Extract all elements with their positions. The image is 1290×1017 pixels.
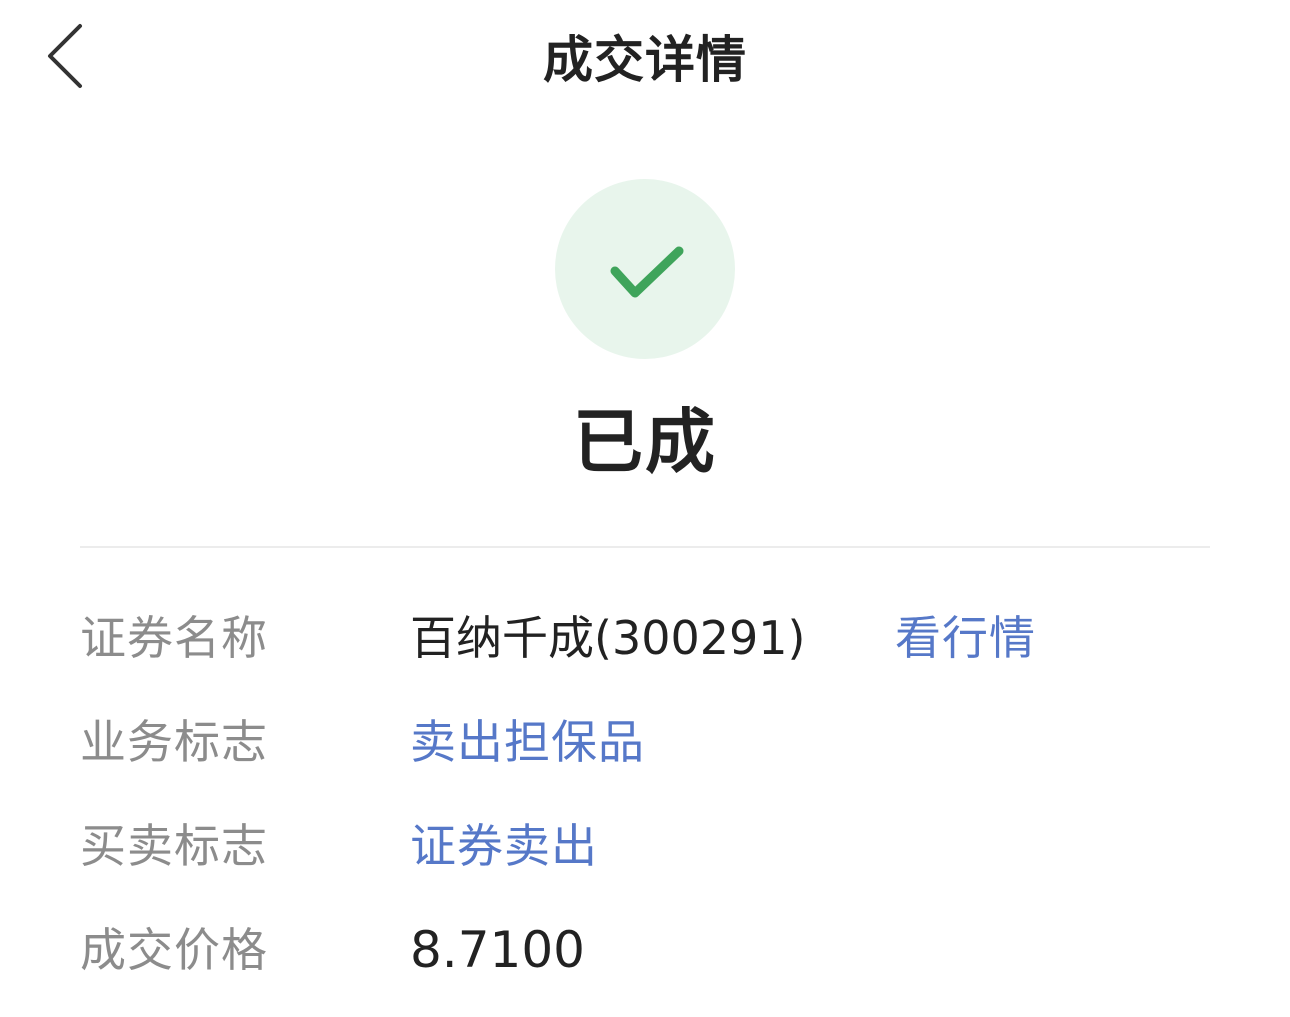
detail-row-business-flag: 业务标志 卖出担保品 <box>0 702 1290 782</box>
page-title: 成交详情 <box>543 31 747 89</box>
business-flag-value: 卖出担保品 <box>410 715 645 769</box>
status-label: 已成 <box>573 401 717 483</box>
detail-row-trade-flag: 买卖标志 证券卖出 <box>0 806 1290 886</box>
business-flag-label: 业务标志 <box>80 715 268 769</box>
deal-price-label: 成交价格 <box>80 923 268 977</box>
deal-price-value: 8.7100 <box>410 921 585 979</box>
security-name-value: 百纳千成(300291) <box>410 611 806 665</box>
check-icon <box>610 246 684 298</box>
top-bar: 成交详情 <box>0 0 1290 125</box>
trade-flag-label: 买卖标志 <box>80 819 268 873</box>
security-name-label: 证券名称 <box>80 611 268 665</box>
view-quote-link[interactable]: 看行情 <box>895 598 1036 678</box>
status-icon-circle <box>555 179 735 359</box>
divider <box>80 546 1210 548</box>
trade-flag-value: 证券卖出 <box>410 819 598 873</box>
detail-row-security-name: 证券名称 百纳千成(300291) 看行情 <box>0 598 1290 678</box>
detail-row-deal-price: 成交价格 8.7100 <box>0 910 1290 990</box>
